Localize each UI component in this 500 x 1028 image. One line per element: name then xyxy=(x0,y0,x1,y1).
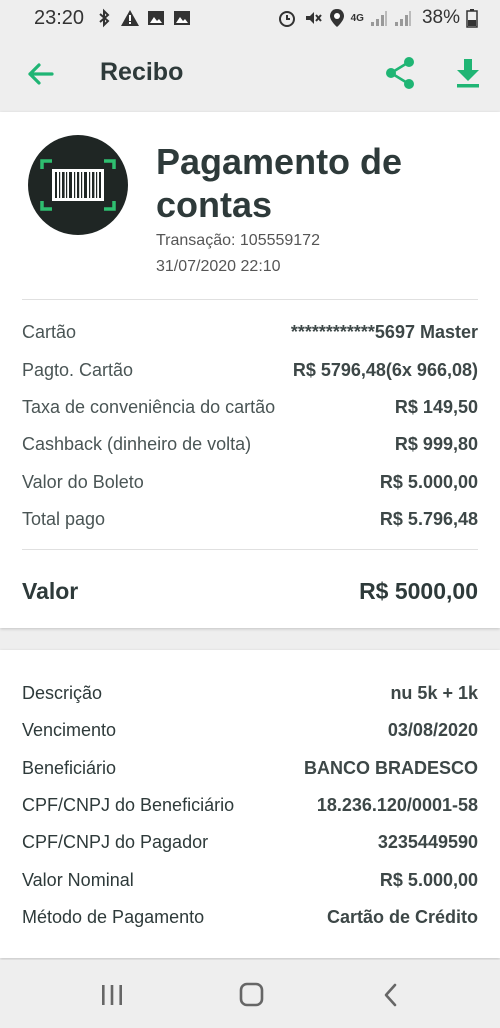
details-row-payer-document: CPF/CNPJ do Pagador 3235449590 xyxy=(22,827,478,857)
receipt-row-cashback: Cashback (dinheiro de volta) R$ 999,80 xyxy=(22,429,478,459)
details-row-beneficiary: Beneficiário BANCO BRADESCO xyxy=(22,753,478,783)
divider xyxy=(22,299,478,300)
location-icon xyxy=(329,9,344,27)
row-label: Pagto. Cartão xyxy=(22,359,134,380)
receipt-row-boleto-value: Valor do Boleto R$ 5.000,00 xyxy=(22,467,478,497)
system-icons: 4G 38% xyxy=(277,7,478,29)
barcode-logo xyxy=(28,135,128,235)
row-value: ************5697 Master xyxy=(290,321,478,342)
battery-icon xyxy=(466,9,478,28)
row-label: Total pago xyxy=(22,508,106,529)
details-row-description: Descrição nu 5k + 1k xyxy=(22,678,478,708)
row-value: 03/08/2020 xyxy=(387,719,478,740)
details-row-due-date: Vencimento 03/08/2020 xyxy=(22,715,478,745)
row-label: Valor do Boleto xyxy=(22,471,144,492)
details-card: Descrição nu 5k + 1k Vencimento 03/08/20… xyxy=(0,650,500,958)
receipt-row-card-payment: Pagto. Cartão R$ 5796,48(6x 966,08) xyxy=(22,355,478,385)
row-label: Beneficiário xyxy=(22,757,117,778)
row-value: nu 5k + 1k xyxy=(390,682,478,703)
transaction-id: Transação: 105559172 xyxy=(156,232,320,249)
row-label: Descrição xyxy=(22,682,103,703)
status-time: 23:20 xyxy=(34,6,85,29)
row-value: R$ 5796,48(6x 966,08) xyxy=(292,359,478,380)
notification-icons xyxy=(94,8,192,28)
row-label: Taxa de conveniência do cartão xyxy=(22,396,276,417)
receipt-row-card: Cartão ************5697 Master xyxy=(22,317,478,347)
app-bar: Recibo xyxy=(0,36,500,112)
total-label: Valor xyxy=(22,577,79,604)
download-icon[interactable] xyxy=(452,56,484,90)
page-title: Recibo xyxy=(100,58,184,86)
row-value: R$ 999,80 xyxy=(394,433,478,454)
details-row-payment-method: Método de Pagamento Cartão de Crédito xyxy=(22,902,478,932)
row-label: Cartão xyxy=(22,321,77,342)
network-type: 4G xyxy=(350,12,364,24)
row-label: Valor Nominal xyxy=(22,869,134,890)
row-value: Cartão de Crédito xyxy=(326,906,478,927)
navigation-bar xyxy=(0,960,500,1028)
row-value: 3235449590 xyxy=(377,831,478,852)
receipt-heading: Pagamento de contas xyxy=(156,141,403,225)
signal-icon xyxy=(370,11,387,26)
battery-level: 38% xyxy=(421,7,460,28)
transaction-datetime: 31/07/2020 22:10 xyxy=(156,258,281,275)
alarm-icon xyxy=(278,11,295,27)
row-value: R$ 5.000,00 xyxy=(379,869,478,890)
back-arrow-icon[interactable] xyxy=(24,58,56,90)
row-label: CPF/CNPJ do Pagador xyxy=(22,831,209,852)
recent-apps-icon[interactable] xyxy=(92,978,132,1012)
row-label: Método de Pagamento xyxy=(22,906,205,927)
total-value-row: Valor R$ 5000,00 xyxy=(22,574,478,608)
row-label: Vencimento xyxy=(22,719,117,740)
status-bar: 23:20 4G 38% xyxy=(0,0,500,36)
details-row-beneficiary-document: CPF/CNPJ do Beneficiário 18.236.120/0001… xyxy=(22,790,478,820)
warning-icon xyxy=(121,10,140,26)
home-icon[interactable] xyxy=(231,978,271,1012)
details-row-nominal-value: Valor Nominal R$ 5.000,00 xyxy=(22,865,478,895)
signal-icon xyxy=(394,11,411,26)
row-value: BANCO BRADESCO xyxy=(303,757,478,778)
row-label: Cashback (dinheiro de volta) xyxy=(22,433,252,454)
image-icon xyxy=(148,11,165,25)
row-value: R$ 5.796,48 xyxy=(379,508,478,529)
receipt-card: Pagamento de contas Transação: 105559172… xyxy=(0,112,500,628)
barcode-icon xyxy=(40,159,116,211)
receipt-row-total-paid: Total pago R$ 5.796,48 xyxy=(22,504,478,534)
row-value: R$ 5.000,00 xyxy=(379,471,478,492)
receipt-row-convenience-fee: Taxa de conveniência do cartão R$ 149,50 xyxy=(22,392,478,422)
image-icon xyxy=(174,11,191,25)
row-value: 18.236.120/0001-58 xyxy=(316,794,478,815)
row-value: R$ 149,50 xyxy=(394,396,478,417)
bluetooth-icon xyxy=(99,8,110,28)
mute-icon xyxy=(305,12,322,24)
divider xyxy=(22,549,478,550)
total-value: R$ 5000,00 xyxy=(359,577,478,604)
back-icon[interactable] xyxy=(371,978,411,1012)
row-label: CPF/CNPJ do Beneficiário xyxy=(22,794,235,815)
share-icon[interactable] xyxy=(384,56,416,90)
